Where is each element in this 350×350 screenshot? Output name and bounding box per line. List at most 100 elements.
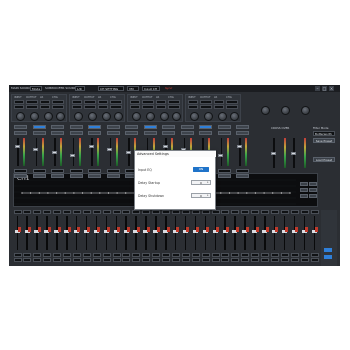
band-frequency-field[interactable] [171,210,180,214]
strip-select[interactable] [72,100,82,104]
channel-fader[interactable] [14,145,20,148]
strip-select[interactable] [52,100,64,104]
band-frequency-field[interactable] [142,210,151,214]
strip-select[interactable] [98,105,108,109]
band-gain-field[interactable] [72,253,81,257]
band-frequency-field[interactable] [63,210,71,214]
band-q-field[interactable] [72,258,81,262]
gain-knob[interactable] [146,112,155,121]
band-q-field[interactable] [171,258,180,262]
band-q-field[interactable] [162,258,170,262]
band-frequency-field[interactable] [13,210,22,214]
channel-mode-button[interactable] [14,131,27,135]
strip-select[interactable] [130,100,140,104]
band-gain-field[interactable] [221,253,230,257]
band-gain-field[interactable] [241,253,250,257]
band-frequency-field[interactable] [280,210,289,214]
gain-knob[interactable] [132,112,141,121]
bank-side-button[interactable] [324,248,332,252]
delay-shutdown-spinbox[interactable]: 0 s [191,193,211,198]
mute-button[interactable] [88,174,101,178]
strip-select[interactable] [84,105,96,109]
band-gain-field[interactable] [181,253,190,257]
gain-knob[interactable] [160,112,169,121]
channel-mode-button[interactable] [51,131,64,135]
strip-select[interactable] [142,105,154,109]
band-gain-field[interactable] [280,253,289,257]
band-frequency-field[interactable] [33,210,42,214]
gain-knob[interactable] [30,112,39,121]
gain-knob[interactable] [74,112,83,121]
band-gain-field[interactable] [92,253,101,257]
master-fader[interactable] [270,152,276,155]
mute-button[interactable] [14,174,27,178]
band-gain-field[interactable] [231,253,240,257]
channel-select-button[interactable] [199,125,212,129]
band-q-field[interactable] [82,258,91,262]
band-q-field[interactable] [191,258,200,262]
band-q-field[interactable] [53,258,62,262]
band-gain-field[interactable] [53,253,62,257]
band-gain-field[interactable] [63,253,71,257]
band-frequency-field[interactable] [23,210,32,214]
strip-select[interactable] [226,100,238,104]
strip-select[interactable] [110,105,122,109]
band-q-field[interactable] [221,258,230,262]
band-q-field[interactable] [92,258,101,262]
band-q-field[interactable] [290,258,299,262]
maximize-icon[interactable]: □ [322,86,327,91]
channel-select-button[interactable] [14,125,27,129]
channel-select-button[interactable] [88,125,101,129]
band-q-field[interactable] [132,258,141,262]
gain-knob[interactable] [102,112,111,121]
band-q-field[interactable] [280,258,289,262]
eq-side-button[interactable] [309,182,317,186]
band-frequency-field[interactable] [102,210,111,214]
band-q-field[interactable] [211,258,220,262]
strip-select[interactable] [130,105,140,109]
channel-gain-readout[interactable] [106,169,120,173]
crossover-knob[interactable] [261,106,270,115]
strip-select[interactable] [188,100,198,104]
band-q-field[interactable] [231,258,240,262]
mute-button[interactable] [69,174,83,178]
strip-select[interactable] [40,105,50,109]
band-frequency-field[interactable] [122,210,131,214]
channel-mode-button[interactable] [125,131,138,135]
band-q-field[interactable] [13,258,22,262]
channel-fader[interactable] [236,145,242,148]
band-q-field[interactable] [102,258,111,262]
channel-mode-button[interactable] [69,131,83,135]
sub-source-select[interactable]: L/R [75,86,85,91]
channel-mode-button[interactable] [199,131,212,135]
strip-select[interactable] [156,100,166,104]
band-frequency-field[interactable] [181,210,190,214]
channel-fader[interactable] [33,148,39,151]
band-frequency-field[interactable] [72,210,81,214]
gain-knob[interactable] [44,112,53,121]
strip-select[interactable] [226,105,238,109]
channel-gain-readout[interactable] [217,169,231,173]
gain-knob[interactable] [16,112,25,121]
channel-select-button[interactable] [69,125,83,129]
strip-select[interactable] [142,100,154,104]
band-gain-field[interactable] [162,253,170,257]
vm-button[interactable]: VM [127,86,139,91]
band-q-field[interactable] [270,258,279,262]
strip-select[interactable] [168,105,180,109]
band-q-field[interactable] [142,258,151,262]
strip-select[interactable] [168,100,180,104]
gain-knob[interactable] [230,112,239,121]
channel-gain-readout[interactable] [51,169,64,173]
channel-select-button[interactable] [236,125,249,129]
band-gain-field[interactable] [112,253,121,257]
input-eq-toggle[interactable]: ON [193,167,209,172]
band-q-field[interactable] [181,258,190,262]
channel-select-button[interactable] [51,125,64,129]
channel-mode-button[interactable] [143,131,157,135]
strip-select[interactable] [110,100,122,104]
band-gain-field[interactable] [33,253,42,257]
band-q-field[interactable] [261,258,269,262]
band-frequency-field[interactable] [251,210,260,214]
gain-knob[interactable] [172,112,181,121]
